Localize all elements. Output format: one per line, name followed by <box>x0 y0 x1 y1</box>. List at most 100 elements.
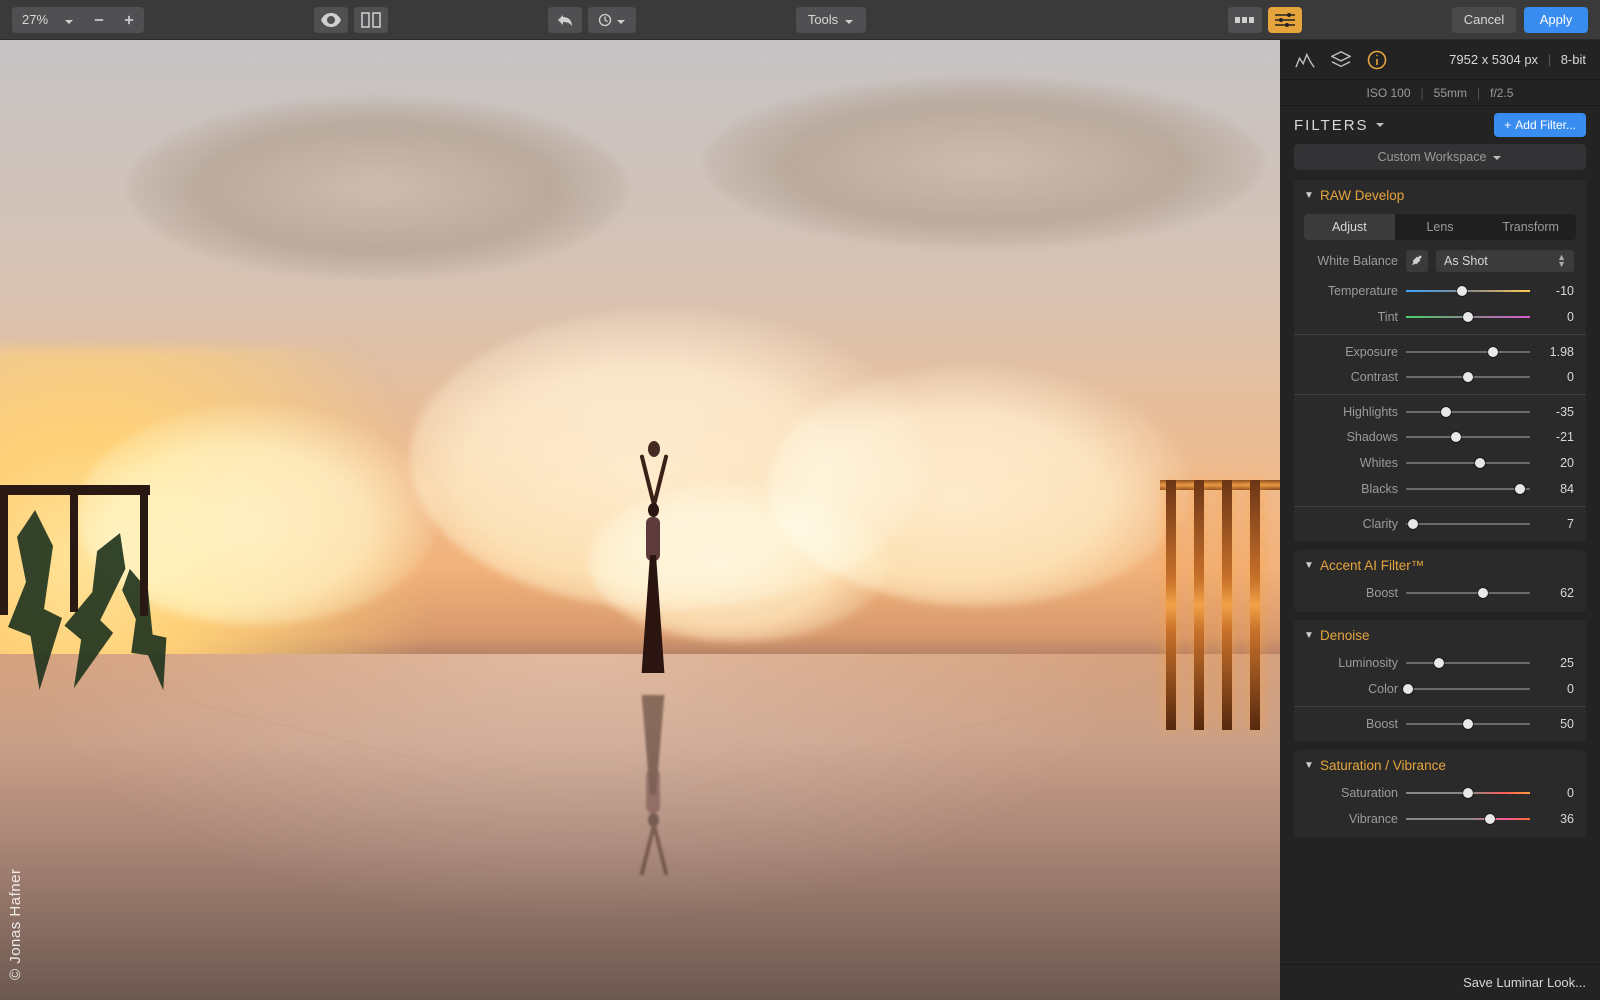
preview-toggle-button[interactable] <box>314 7 348 33</box>
slider-whites-track[interactable] <box>1406 456 1530 470</box>
commit-controls: Cancel Apply <box>1452 7 1588 33</box>
save-look-button[interactable]: Save Luminar Look... <box>1463 975 1586 990</box>
add-filter-label: Add Filter... <box>1515 118 1576 132</box>
section-accent-ai: ▼ Accent AI Filter™ Boost 62 <box>1294 550 1586 612</box>
slider-exposure-track[interactable] <box>1406 345 1530 359</box>
panel-tabs: 7952 x 5304 px | 8-bit <box>1280 40 1600 80</box>
slider-value[interactable]: 7 <box>1538 517 1574 531</box>
slider-accent-boost-track[interactable] <box>1406 586 1530 600</box>
slider-temperature-track[interactable] <box>1406 284 1530 298</box>
slider-tint-track[interactable] <box>1406 310 1530 324</box>
subtab-lens[interactable]: Lens <box>1395 214 1486 240</box>
section-raw-develop: ▼ RAW Develop Adjust Lens Transform Whit… <box>1294 180 1586 542</box>
zoom-value: 27% <box>22 12 48 27</box>
slider-value[interactable]: 0 <box>1538 370 1574 384</box>
slider-denoise-luminosity: Luminosity 25 <box>1294 650 1586 676</box>
image-dimensions: 7952 x 5304 px <box>1449 52 1538 67</box>
chevron-down-icon <box>1492 152 1502 162</box>
history-button[interactable] <box>588 7 636 33</box>
zoom-controls: 27% <box>12 7 144 33</box>
slider-denoise-color-track[interactable] <box>1406 682 1530 696</box>
slider-denoise-boost-track[interactable] <box>1406 717 1530 731</box>
exif-focal: 55mm <box>1434 86 1467 100</box>
zoom-in-button[interactable] <box>114 7 144 33</box>
apply-button[interactable]: Apply <box>1524 7 1588 33</box>
slider-value[interactable]: 0 <box>1538 786 1574 800</box>
section-title: RAW Develop <box>1320 188 1404 203</box>
cancel-button[interactable]: Cancel <box>1452 7 1516 33</box>
image-bitdepth: 8-bit <box>1561 52 1586 67</box>
undo-button[interactable] <box>548 7 582 33</box>
tools-label: Tools <box>808 12 838 27</box>
disclosure-triangle-icon: ▼ <box>1304 630 1314 641</box>
top-toolbar: 27% Tools <box>0 0 1600 40</box>
presets-panel-button[interactable] <box>1228 7 1262 33</box>
slider-denoise-boost: Boost 50 <box>1294 706 1586 736</box>
slider-tint: Tint 0 <box>1294 304 1586 330</box>
section-header-satvib[interactable]: ▼ Saturation / Vibrance <box>1294 750 1586 780</box>
layers-tab-icon[interactable] <box>1330 49 1352 71</box>
slider-whites: Whites 20 <box>1294 450 1586 476</box>
filters-title[interactable]: FILTERS <box>1294 117 1385 134</box>
slider-value[interactable]: 25 <box>1538 656 1574 670</box>
slider-value[interactable]: 20 <box>1538 456 1574 470</box>
slider-value[interactable]: -21 <box>1538 430 1574 444</box>
filters-panel-button[interactable] <box>1268 7 1302 33</box>
slider-vibrance-track[interactable] <box>1406 812 1530 826</box>
section-title: Accent AI Filter™ <box>1320 558 1424 573</box>
slider-denoise-color: Color 0 <box>1294 676 1586 702</box>
slider-value[interactable]: 0 <box>1538 310 1574 324</box>
slider-blacks-track[interactable] <box>1406 482 1530 496</box>
histogram-tab-icon[interactable] <box>1294 49 1316 71</box>
image-exif-readout: ISO 100| 55mm| f/2.5 <box>1280 80 1600 106</box>
raw-subtabs: Adjust Lens Transform <box>1304 214 1576 240</box>
slider-contrast-track[interactable] <box>1406 370 1530 384</box>
workspace-label: Custom Workspace <box>1378 150 1487 164</box>
slider-accent-boost: Boost 62 <box>1294 580 1586 606</box>
add-filter-button[interactable]: + Add Filter... <box>1494 113 1586 137</box>
slider-highlights-track[interactable] <box>1406 405 1530 419</box>
section-header-denoise[interactable]: ▼ Denoise <box>1294 620 1586 650</box>
tools-menu[interactable]: Tools <box>796 7 866 33</box>
slider-exposure: Exposure 1.98 <box>1294 334 1586 364</box>
slider-value[interactable]: 1.98 <box>1538 345 1574 359</box>
slider-value[interactable]: -35 <box>1538 405 1574 419</box>
white-balance-select[interactable]: As Shot ▲▼ <box>1436 250 1574 272</box>
slider-value[interactable]: -10 <box>1538 284 1574 298</box>
zoom-out-button[interactable] <box>84 7 114 33</box>
slider-highlights: Highlights -35 <box>1294 394 1586 424</box>
eyedropper-button[interactable] <box>1406 250 1428 272</box>
section-denoise: ▼ Denoise Luminosity 25 Color 0 Boost 50 <box>1294 620 1586 742</box>
white-balance-row: White Balance As Shot ▲▼ <box>1294 248 1586 278</box>
compare-toggle-button[interactable] <box>354 7 388 33</box>
slider-value[interactable]: 0 <box>1538 682 1574 696</box>
slider-temperature: Temperature -10 <box>1294 278 1586 304</box>
slider-denoise-lum-track[interactable] <box>1406 656 1530 670</box>
exif-aperture: f/2.5 <box>1490 86 1513 100</box>
zoom-select[interactable]: 27% <box>12 7 84 33</box>
history-controls <box>548 7 636 33</box>
slider-value[interactable]: 36 <box>1538 812 1574 826</box>
workspace-select[interactable]: Custom Workspace <box>1294 144 1586 170</box>
slider-value[interactable]: 84 <box>1538 482 1574 496</box>
slider-saturation-track[interactable] <box>1406 786 1530 800</box>
panel-mode-controls <box>1228 7 1302 33</box>
slider-value[interactable]: 62 <box>1538 586 1574 600</box>
slider-shadows: Shadows -21 <box>1294 424 1586 450</box>
subtab-transform[interactable]: Transform <box>1485 214 1576 240</box>
section-header-raw[interactable]: ▼ RAW Develop <box>1294 180 1586 210</box>
slider-clarity-track[interactable] <box>1406 517 1530 531</box>
slider-contrast: Contrast 0 <box>1294 364 1586 390</box>
slider-shadows-track[interactable] <box>1406 430 1530 444</box>
section-header-accent[interactable]: ▼ Accent AI Filter™ <box>1294 550 1586 580</box>
slider-value[interactable]: 50 <box>1538 717 1574 731</box>
info-tab-icon[interactable] <box>1366 49 1388 71</box>
chevron-down-icon <box>844 15 854 25</box>
disclosure-triangle-icon: ▼ <box>1304 190 1314 201</box>
subtab-adjust[interactable]: Adjust <box>1304 214 1395 240</box>
white-balance-label: White Balance <box>1302 254 1398 268</box>
stepper-icon: ▲▼ <box>1557 254 1566 268</box>
exif-iso: ISO 100 <box>1367 86 1411 100</box>
filters-scroll[interactable]: ▼ RAW Develop Adjust Lens Transform Whit… <box>1280 180 1600 964</box>
image-canvas[interactable]: © Jonas Hafner <box>0 40 1280 1000</box>
